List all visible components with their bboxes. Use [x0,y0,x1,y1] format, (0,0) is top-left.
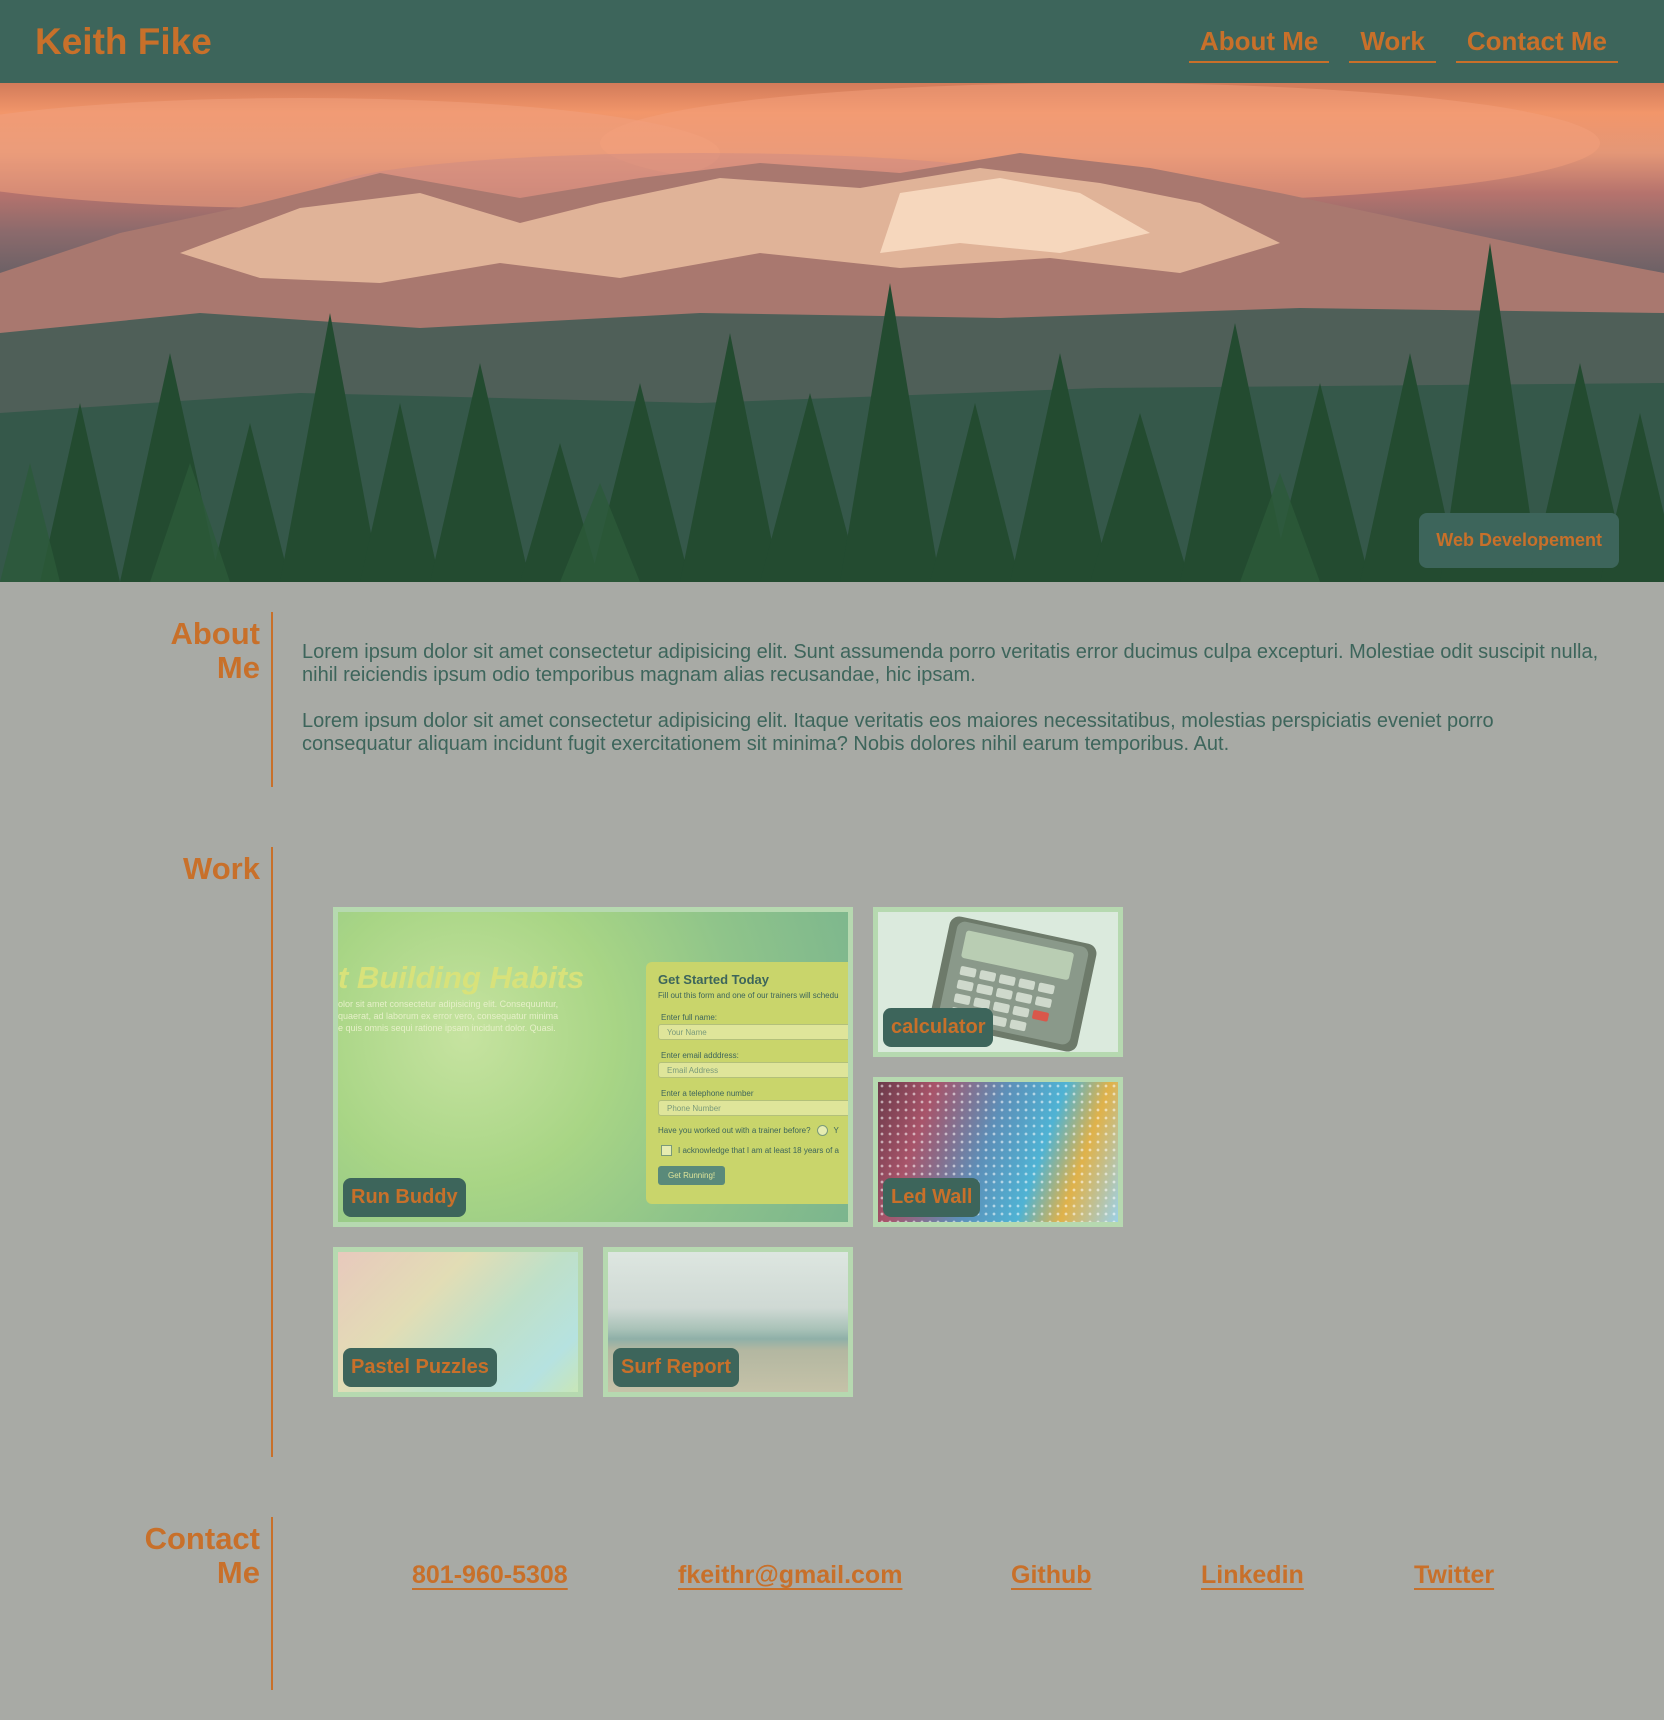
site-header: Keith Fike About Me Work Contact Me [0,0,1664,83]
twitter-link[interactable]: Twitter [1414,1561,1494,1590]
project-card-led-wall[interactable]: Led Wall [873,1077,1123,1227]
nav-about-me[interactable]: About Me [1188,26,1330,63]
radio-icon[interactable] [816,1125,828,1136]
nav-contact-me[interactable]: Contact Me [1455,26,1618,63]
about-paragraph: Lorem ipsum dolor sit amet consectetur a… [302,710,1494,755]
site-title: Keith Fike [35,20,212,62]
about-heading-line2: Me [216,650,260,685]
phone-label: Enter a telephone number [661,1089,754,1098]
linkedin-link[interactable]: Linkedin [1201,1561,1304,1590]
contact-heading: Contact Me [145,1522,260,1590]
contact-heading-line1: Contact [144,1521,260,1556]
run-buddy-headline: t Building Habits [338,960,585,995]
work-divider [271,847,273,1457]
checkbox-icon[interactable] [661,1145,672,1156]
project-label: Surf Report [613,1348,739,1387]
run-buddy-body: olor sit amet consectetur adipisicing el… [338,998,558,1034]
trainer-question: Have you worked out with a trainer befor… [658,1126,811,1135]
contact-divider [271,1517,273,1690]
get-running-button[interactable]: Get Running! [658,1166,726,1185]
run-buddy-body-line: quaerat, ad laborum ex error vero, conse… [338,1011,559,1021]
about-divider [271,612,273,787]
run-buddy-body-line: e quis omnis sequi ratione ipsam incidun… [338,1023,556,1033]
email-input[interactable]: Email Address [658,1062,848,1078]
run-buddy-form: Get Started Today Fill out this form and… [646,962,848,1204]
phone-input[interactable]: Phone Number [658,1100,848,1116]
acknowledge-row: I acknowledge that I am at least 18 year… [658,1145,848,1156]
project-label: Led Wall [883,1178,981,1217]
about-paragraph: Lorem ipsum dolor sit amet consectetur a… [302,641,1599,686]
about-heading: About Me [170,617,260,685]
work-heading: Work [183,851,260,886]
main-nav: About Me Work Contact Me [1188,20,1618,63]
project-card-run-buddy[interactable]: t Building Habits olor sit amet consecte… [333,907,853,1227]
hero-banner: Web Developement [0,83,1664,582]
mountain-forest-image [0,83,1664,582]
project-label: Run Buddy [343,1178,466,1217]
project-card-calculator[interactable]: calculator [873,907,1123,1057]
acknowledge-label: I acknowledge that I am at least 18 year… [678,1146,839,1155]
project-label: calculator [883,1008,994,1047]
github-link[interactable]: Github [1011,1561,1092,1590]
nav-work[interactable]: Work [1349,26,1436,63]
phone-link[interactable]: 801-960-5308 [412,1561,568,1590]
form-subtitle: Fill out this form and one of our traine… [658,991,839,1000]
trainer-question-row: Have you worked out with a trainer befor… [658,1125,848,1136]
about-heading-line1: About [170,616,260,651]
run-buddy-body-line: olor sit amet consectetur adipisicing el… [338,999,559,1009]
project-label: Pastel Puzzles [343,1348,497,1387]
form-title: Get Started Today [658,972,770,987]
project-card-pastel-puzzles[interactable]: Pastel Puzzles [333,1247,583,1397]
name-label: Enter full name: [661,1013,718,1022]
email-link[interactable]: fkeithr@gmail.com [678,1561,902,1590]
contact-heading-line2: Me [216,1555,260,1590]
name-input[interactable]: Your Name [658,1024,848,1040]
hero-badge: Web Developement [1419,513,1619,568]
project-card-surf-report[interactable]: Surf Report [603,1247,853,1397]
about-text: Lorem ipsum dolor sit amet consectetur a… [302,641,1602,779]
radio-label: Y [833,1126,839,1135]
email-label: Enter email adddress: [661,1051,739,1060]
